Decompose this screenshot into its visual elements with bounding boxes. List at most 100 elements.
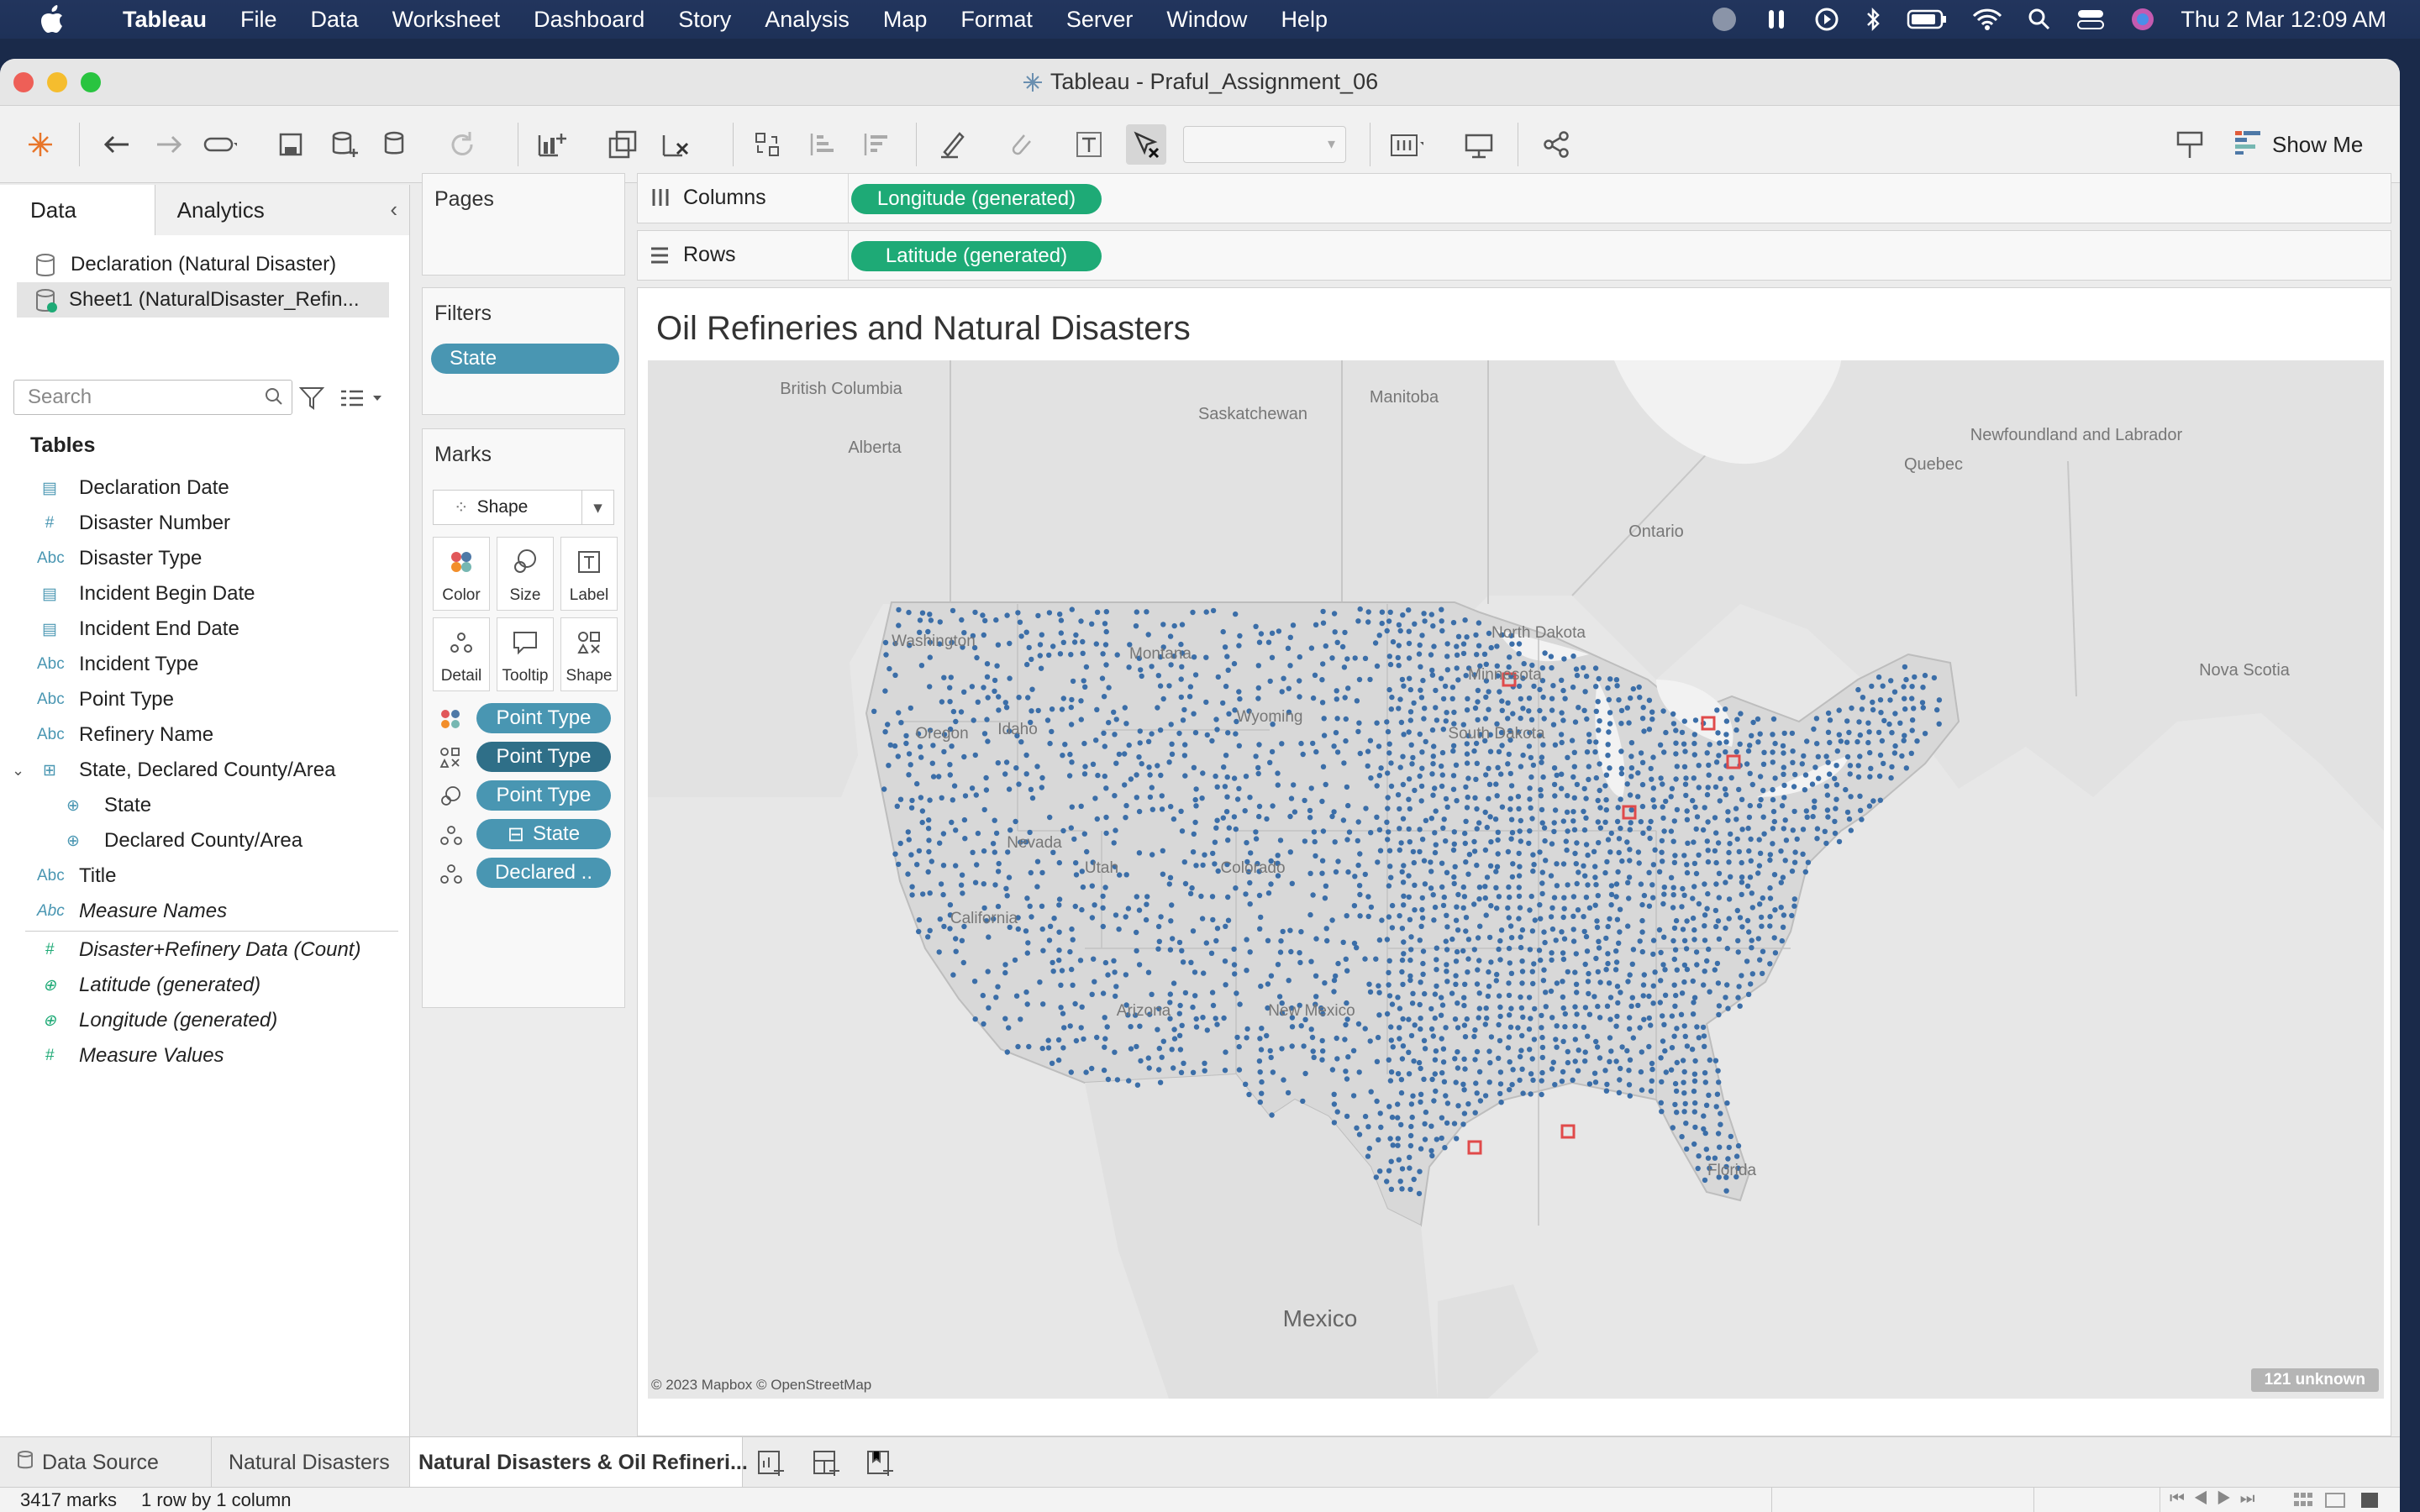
disaster-point[interactable] [1176, 939, 1183, 946]
disaster-point[interactable] [1539, 890, 1545, 897]
disaster-point[interactable] [1223, 753, 1229, 759]
disaster-point[interactable] [1603, 772, 1610, 778]
disaster-point[interactable] [1716, 895, 1722, 900]
disaster-point[interactable] [1376, 983, 1381, 989]
disaster-point[interactable] [928, 617, 934, 623]
disaster-point[interactable] [971, 717, 976, 723]
disaster-point[interactable] [1636, 860, 1642, 866]
disaster-point[interactable] [1078, 698, 1084, 704]
disaster-point[interactable] [1691, 740, 1697, 747]
disaster-point[interactable] [995, 642, 1002, 648]
disaster-point[interactable] [1560, 861, 1567, 867]
disaster-point[interactable] [1256, 813, 1262, 820]
disaster-point[interactable] [1658, 978, 1664, 984]
disaster-point[interactable] [1739, 796, 1745, 802]
disaster-point[interactable] [1674, 967, 1681, 973]
disaster-point[interactable] [1549, 926, 1556, 932]
disaster-point[interactable] [1473, 776, 1479, 782]
disaster-point[interactable] [1368, 830, 1374, 836]
disaster-point[interactable] [1532, 917, 1539, 923]
disaster-point[interactable] [1770, 826, 1776, 832]
disaster-point[interactable] [1324, 937, 1330, 944]
disaster-point[interactable] [1507, 654, 1512, 660]
disaster-point[interactable] [1289, 1043, 1295, 1049]
disaster-point[interactable] [1689, 1047, 1696, 1053]
disaster-point[interactable] [1145, 1055, 1151, 1061]
disaster-point[interactable] [1003, 885, 1009, 891]
disaster-point[interactable] [1695, 1165, 1701, 1172]
disaster-point[interactable] [1385, 837, 1391, 843]
disaster-point[interactable] [1374, 1058, 1381, 1064]
disaster-point[interactable] [1384, 1179, 1390, 1184]
disaster-point[interactable] [1703, 1102, 1710, 1108]
disaster-point[interactable] [1527, 947, 1534, 953]
disaster-point[interactable] [1214, 926, 1221, 932]
disaster-point[interactable] [1407, 806, 1413, 812]
disaster-point[interactable] [1560, 717, 1566, 723]
disaster-point[interactable] [1078, 1025, 1084, 1031]
disaster-point[interactable] [1253, 829, 1259, 835]
new-worksheet-tab-icon[interactable] [756, 1449, 785, 1482]
disaster-point[interactable] [1573, 951, 1580, 957]
disaster-point[interactable] [1649, 709, 1655, 715]
disaster-point[interactable] [1015, 610, 1021, 616]
disaster-point[interactable] [1656, 927, 1663, 933]
disaster-point[interactable] [1203, 940, 1209, 946]
disaster-point[interactable] [1171, 816, 1177, 822]
disaster-point[interactable] [1400, 753, 1406, 759]
disaster-point[interactable] [1552, 793, 1558, 799]
disaster-point[interactable] [1455, 1065, 1461, 1071]
disaster-point[interactable] [1673, 740, 1679, 746]
disaster-point[interactable] [1406, 729, 1412, 735]
disaster-point[interactable] [1869, 683, 1875, 690]
disaster-point[interactable] [1224, 774, 1230, 780]
disaster-point[interactable] [1744, 958, 1750, 964]
disaster-point[interactable] [1213, 1016, 1218, 1021]
show-mark-labels-icon[interactable] [1072, 128, 1106, 161]
disaster-point[interactable] [1573, 666, 1580, 672]
disaster-point[interactable] [1179, 828, 1186, 834]
disaster-point[interactable] [1650, 895, 1656, 900]
disaster-point[interactable] [1202, 1060, 1207, 1066]
disaster-point[interactable] [1671, 982, 1677, 988]
disaster-point[interactable] [1713, 923, 1719, 930]
disaster-point[interactable] [1486, 1048, 1492, 1054]
disaster-point[interactable] [1024, 1001, 1030, 1007]
disaster-point[interactable] [903, 732, 909, 739]
disaster-point[interactable] [1734, 907, 1740, 914]
field-declared-county[interactable]: ⊕ Declared County/Area [0, 823, 410, 858]
disaster-point[interactable] [1308, 1026, 1314, 1032]
disaster-point[interactable] [1473, 632, 1479, 638]
disaster-point[interactable] [1684, 862, 1690, 868]
disaster-point[interactable] [1487, 863, 1494, 869]
disaster-point[interactable] [1407, 1142, 1414, 1149]
disaster-point[interactable] [1855, 774, 1862, 780]
disaster-point[interactable] [983, 774, 989, 781]
disaster-point[interactable] [1616, 1089, 1623, 1095]
disaster-point[interactable] [1058, 617, 1065, 623]
disaster-point[interactable] [1691, 839, 1697, 845]
disaster-point[interactable] [974, 862, 980, 868]
disaster-point[interactable] [1288, 795, 1295, 801]
pause-updates-icon[interactable] [380, 128, 413, 161]
disaster-point[interactable] [1428, 859, 1434, 865]
disaster-point[interactable] [1222, 958, 1228, 964]
disaster-point[interactable] [1581, 707, 1587, 713]
disaster-point[interactable] [971, 979, 978, 984]
disaster-point[interactable] [1618, 1065, 1623, 1072]
disaster-point[interactable] [1605, 837, 1612, 843]
disaster-point[interactable] [1507, 923, 1514, 929]
disaster-point[interactable] [1649, 1078, 1655, 1084]
disaster-point[interactable] [1668, 874, 1675, 880]
disaster-point[interactable] [1093, 641, 1099, 647]
disaster-point[interactable] [1812, 798, 1818, 804]
disaster-point[interactable] [1809, 781, 1816, 787]
disaster-point[interactable] [1323, 781, 1328, 788]
disaster-point[interactable] [1133, 623, 1139, 629]
disaster-point[interactable] [1201, 970, 1207, 976]
disaster-point[interactable] [1422, 1137, 1428, 1142]
disaster-point[interactable] [1681, 1090, 1687, 1096]
disaster-point[interactable] [960, 890, 965, 896]
disaster-point[interactable] [1171, 622, 1177, 629]
disaster-point[interactable] [1825, 759, 1831, 765]
